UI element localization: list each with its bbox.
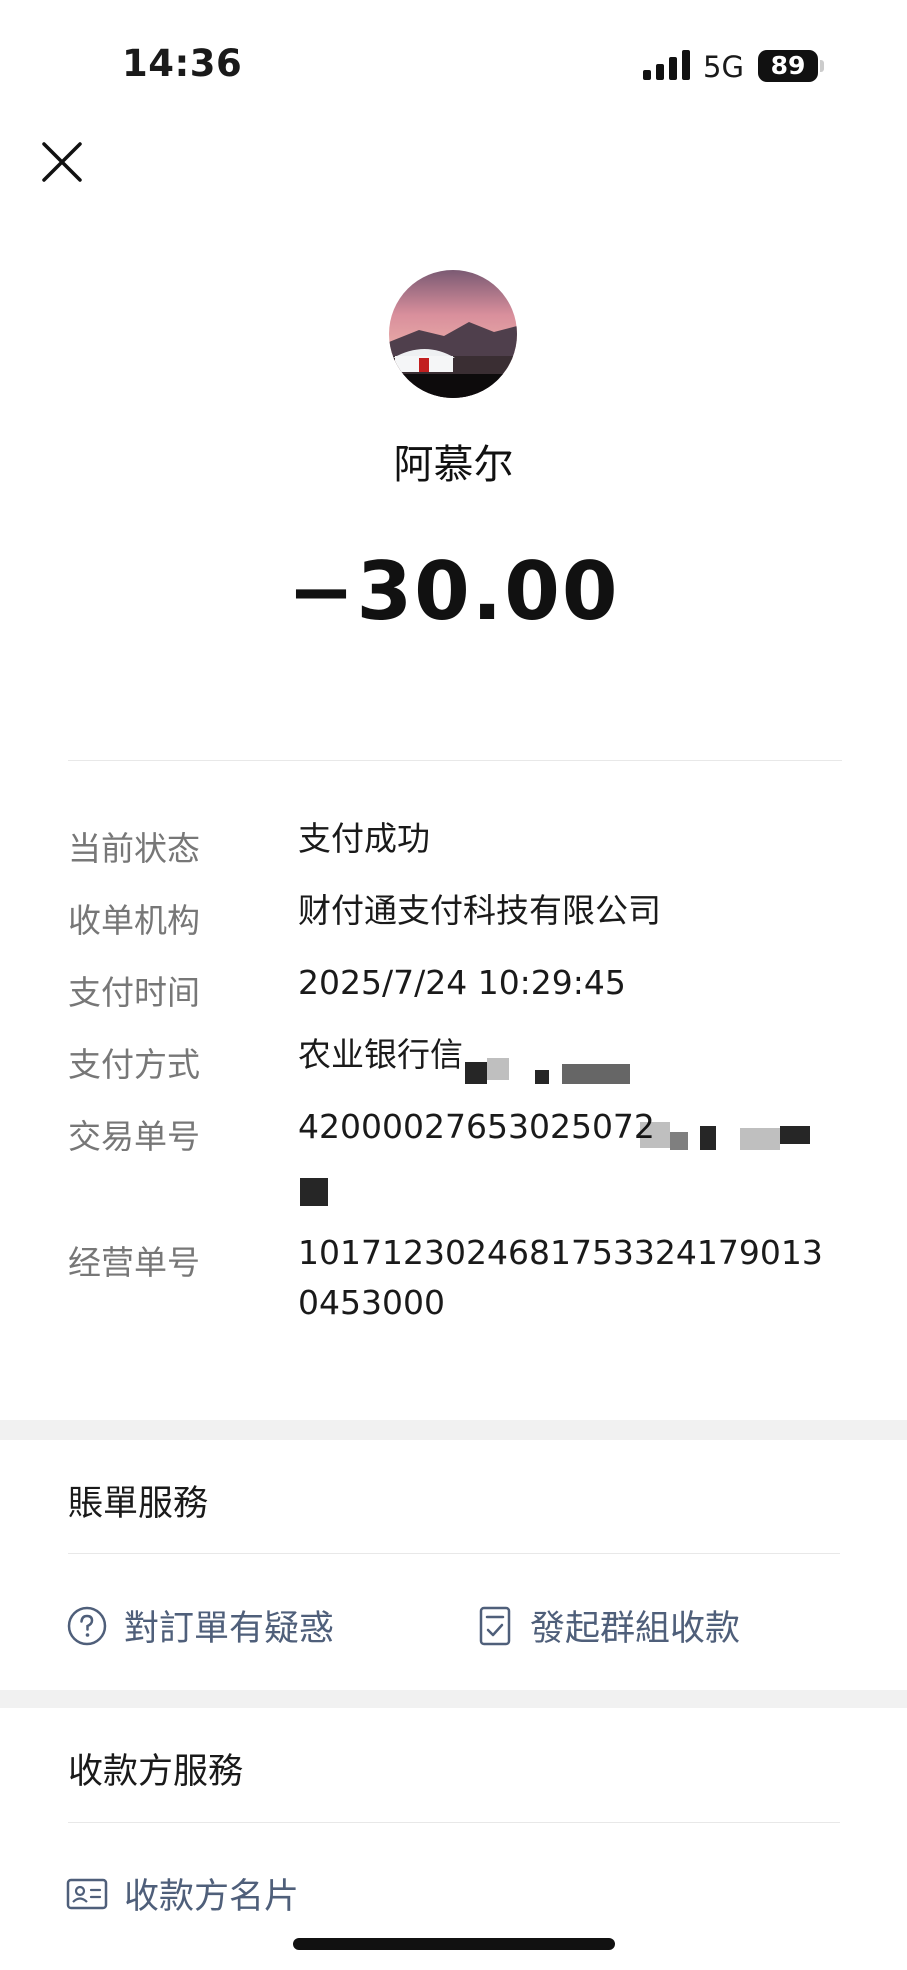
question-circle-icon: [67, 1606, 107, 1645]
detail-value: 2025/7/24 10:29:45: [298, 963, 626, 1002]
payee-card-label: 收款方名片: [124, 1877, 300, 1917]
status-bar: 14:36 5G 89: [0, 0, 907, 130]
redaction-mask: [465, 1062, 487, 1084]
order-question-label: 對訂單有疑惑: [124, 1609, 335, 1649]
divider: [68, 760, 842, 761]
battery-level: 89: [770, 51, 806, 80]
payee-card-link[interactable]: 收款方名片: [66, 1868, 299, 1919]
redaction-mask: [740, 1128, 780, 1150]
group-collection-link[interactable]: 發起群組收款: [478, 1600, 740, 1651]
battery-icon: 89: [758, 50, 818, 82]
redaction-mask: [700, 1126, 716, 1150]
redaction-mask: [562, 1064, 630, 1084]
redaction-mask: [300, 1178, 328, 1206]
payee-avatar[interactable]: [389, 270, 517, 398]
avatar-image: [389, 270, 517, 398]
id-card-icon: [66, 1878, 108, 1909]
network-type: 5G: [703, 50, 744, 84]
status-time: 14:36: [122, 42, 243, 85]
document-check-icon: [479, 1606, 511, 1645]
transaction-amount: −30.00: [287, 545, 620, 638]
section-title-bill-service: 賬單服務: [68, 1484, 209, 1524]
battery-tip: [820, 60, 824, 72]
detail-label: 支付方式: [68, 1045, 200, 1084]
detail-label: 经营单号: [68, 1243, 200, 1282]
section-separator: [0, 1420, 907, 1440]
section-separator: [0, 1690, 907, 1708]
payee-name: 阿慕尔: [393, 442, 514, 488]
redaction-mask: [535, 1070, 549, 1084]
order-question-link[interactable]: 對訂單有疑惑: [66, 1600, 334, 1651]
detail-value: 101712302468175332417901304530​00: [298, 1233, 823, 1322]
cellular-signal-icon: [643, 50, 690, 80]
redaction-mask: [640, 1122, 670, 1148]
group-collection-label: 發起群組收款: [530, 1609, 741, 1649]
home-indicator[interactable]: [293, 1938, 615, 1950]
detail-label: 支付时间: [68, 973, 200, 1012]
redaction-mask: [487, 1058, 509, 1080]
close-icon[interactable]: [40, 140, 84, 184]
section-title-payee-service: 收款方服務: [68, 1752, 244, 1792]
redaction-mask: [780, 1126, 810, 1144]
divider: [68, 1553, 840, 1554]
detail-label: 交易单号: [68, 1117, 200, 1156]
detail-label: 当前状态: [68, 829, 200, 868]
redaction-mask: [670, 1132, 688, 1150]
detail-value: 支付成功: [298, 819, 430, 858]
detail-value: 财付通支付科技有限公司: [298, 891, 661, 930]
divider: [68, 1822, 840, 1823]
detail-label: 收单机构: [68, 901, 200, 940]
